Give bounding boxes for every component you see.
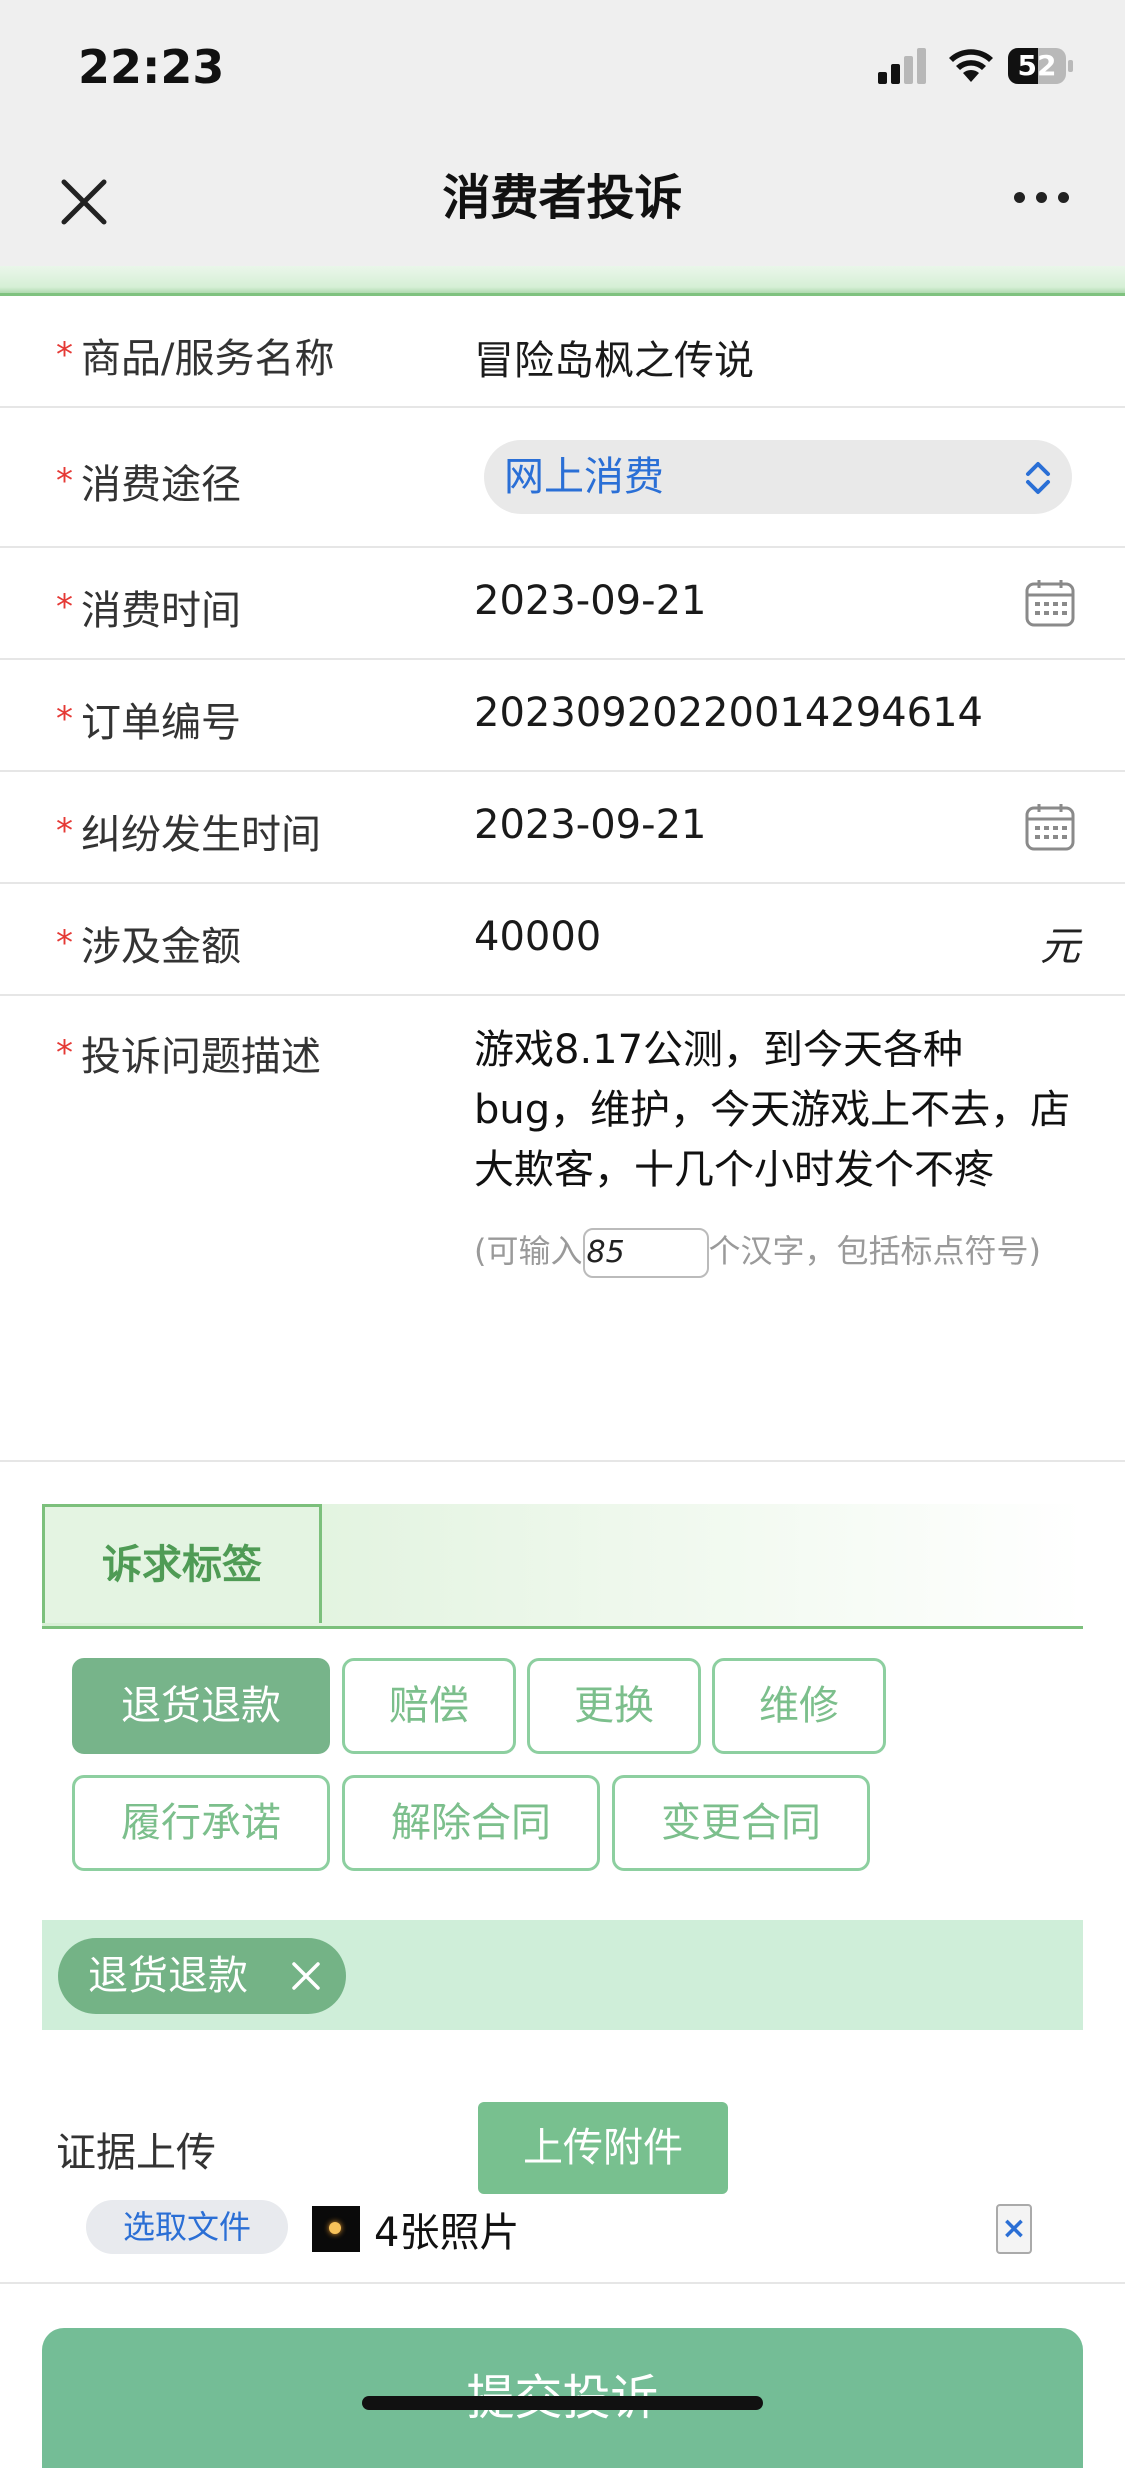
more-options-icon[interactable] <box>1010 182 1074 212</box>
order-number-label: * 订单编号 <box>56 690 241 748</box>
status-time: 22:23 <box>78 40 225 94</box>
required-mark: * <box>56 923 73 963</box>
consume-time-label: * 消费时间 <box>56 578 241 636</box>
consume-time-field[interactable]: 2023-09-21 <box>474 578 706 624</box>
required-mark: * <box>56 1033 73 1073</box>
order-number-label-text: 订单编号 <box>81 700 241 746</box>
file-thumbnail <box>312 2206 360 2252</box>
upload-attachment-button[interactable]: 上传附件 <box>478 2102 728 2194</box>
amount-field[interactable]: 40000 <box>474 914 601 960</box>
wifi-icon <box>949 49 993 82</box>
tag-refund[interactable]: 退货退款 <box>72 1658 330 1754</box>
selected-tag-label: 退货退款 <box>88 1953 248 1999</box>
evidence-label: 证据上传 <box>56 2130 216 2176</box>
tag-compensation[interactable]: 赔偿 <box>342 1658 516 1754</box>
choose-file-button[interactable]: 选取文件 <box>86 2200 288 2254</box>
description-label: * 投诉问题描述 <box>56 1024 321 1082</box>
dispute-time-row: * 纠纷发生时间 2023-09-21 <box>0 772 1125 884</box>
consume-time-row: * 消费时间 2023-09-21 <box>0 548 1125 660</box>
remove-tag-icon[interactable] <box>290 1960 322 1992</box>
consume-time-label-text: 消费时间 <box>81 588 241 634</box>
channel-select-value: 网上消费 <box>504 454 664 500</box>
file-name: 4张照片 <box>374 2210 520 2256</box>
channel-select[interactable]: 网上消费 <box>484 440 1072 514</box>
battery-icon: 52 <box>1008 48 1074 86</box>
description-textarea[interactable]: 游戏8.17公测，到今天各种bug，维护，今天游戏上不去，店大欺客，十几个小时发… <box>474 1020 1074 1200</box>
calendar-icon[interactable] <box>1024 578 1076 628</box>
char-count-hint: (可输入 85 个汉字，包括标点符号) <box>474 1226 1041 1278</box>
channel-label: * 消费途径 <box>56 452 241 510</box>
tag-terminate-contract[interactable]: 解除合同 <box>342 1775 600 1871</box>
selected-tags-bar: 退货退款 <box>42 1920 1083 2030</box>
home-indicator <box>362 2396 763 2410</box>
tag-repair[interactable]: 维修 <box>712 1658 886 1754</box>
divider <box>0 2282 1125 2284</box>
close-icon[interactable] <box>52 170 116 234</box>
product-label-text: 商品/服务名称 <box>81 336 335 382</box>
cellular-signal-icon <box>878 48 926 84</box>
description-label-text: 投诉问题描述 <box>81 1034 321 1080</box>
delete-file-button[interactable]: × <box>996 2204 1032 2254</box>
amount-label-text: 涉及金额 <box>81 924 241 970</box>
tag-change-contract[interactable]: 变更合同 <box>612 1775 870 1871</box>
demand-tab-bar: 诉求标签 <box>42 1504 1083 1629</box>
tag-replace[interactable]: 更换 <box>527 1658 701 1754</box>
status-bar: 22:23 52 <box>0 0 1125 130</box>
tab-demand-tags[interactable]: 诉求标签 <box>42 1504 322 1623</box>
order-number-field[interactable]: 20230920220014294614 <box>474 690 983 736</box>
amount-unit: 元 <box>1040 924 1080 970</box>
channel-label-text: 消费途径 <box>81 462 241 508</box>
remaining-chars-field: 85 <box>582 1228 709 1278</box>
battery-level: 52 <box>1017 49 1057 82</box>
nav-bar: 消费者投诉 <box>0 130 1125 266</box>
chevron-up-down-icon <box>1026 462 1050 494</box>
order-number-row: * 订单编号 20230920220014294614 <box>0 660 1125 772</box>
dispute-time-field[interactable]: 2023-09-21 <box>474 802 706 848</box>
hint-suffix: 个汉字，包括标点符号) <box>708 1232 1042 1270</box>
calendar-icon[interactable] <box>1024 802 1076 852</box>
product-field[interactable]: 冒险岛枫之传说 <box>474 328 754 386</box>
amount-row: * 涉及金额 40000 元 <box>0 884 1125 996</box>
required-mark: * <box>56 335 73 375</box>
required-mark: * <box>56 461 73 501</box>
header-divider <box>0 266 1125 296</box>
required-mark: * <box>56 699 73 739</box>
tag-fulfill-promise[interactable]: 履行承诺 <box>72 1775 330 1871</box>
hint-prefix: (可输入 <box>474 1232 583 1270</box>
product-row: * 商品/服务名称 冒险岛枫之传说 <box>0 296 1125 408</box>
product-label: * 商品/服务名称 <box>56 326 334 384</box>
dispute-time-label-text: 纠纷发生时间 <box>81 812 321 858</box>
required-mark: * <box>56 587 73 627</box>
amount-label: * 涉及金额 <box>56 914 241 972</box>
dispute-time-label: * 纠纷发生时间 <box>56 802 321 860</box>
selected-tag-chip[interactable]: 退货退款 <box>58 1938 346 2014</box>
required-mark: * <box>56 811 73 851</box>
page-title: 消费者投诉 <box>442 170 683 226</box>
